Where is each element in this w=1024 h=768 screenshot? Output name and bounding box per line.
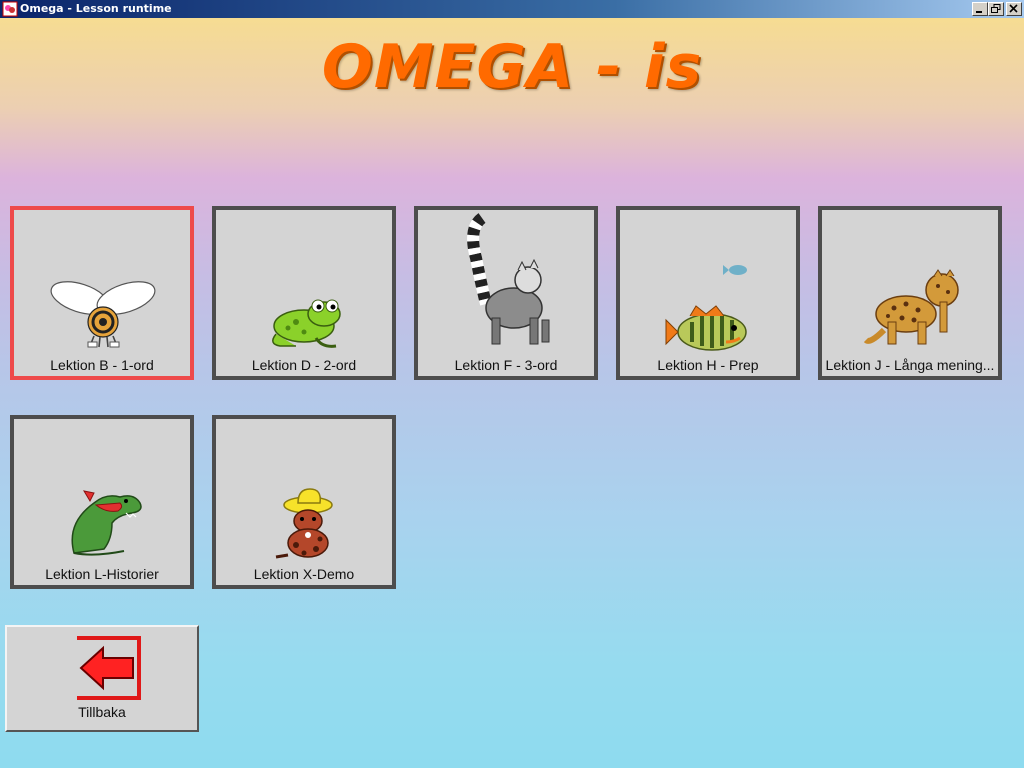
- omega-app-icon: [2, 1, 18, 17]
- arrow-left-icon: [77, 636, 141, 700]
- minimize-button[interactable]: [972, 2, 988, 16]
- title-bar[interactable]: Omega - Lesson runtime: [0, 0, 1024, 18]
- lesson-label: Lektion D - 2-ord: [251, 357, 357, 373]
- dog-cowboy-icon: [275, 488, 333, 559]
- lesson-tile-l[interactable]: Lektion L-Historier: [10, 415, 194, 589]
- lesson-tile-d[interactable]: Lektion D - 2-ord: [212, 206, 396, 380]
- close-button[interactable]: [1006, 2, 1022, 16]
- lesson-label: Lektion X-Demo: [253, 566, 355, 582]
- restore-icon: [991, 4, 1001, 13]
- lesson-tile-x[interactable]: Lektion X-Demo: [212, 415, 396, 589]
- bee-icon: [50, 281, 156, 348]
- lesson-label: Lektion L-Historier: [45, 566, 159, 582]
- lesson-menu: OMEGA - is Lektion B - 1-ord Lektion D -…: [0, 18, 1024, 768]
- restore-button[interactable]: [988, 2, 1004, 16]
- lesson-tile-f[interactable]: Lektion F - 3-ord: [414, 206, 598, 380]
- close-icon: [1009, 4, 1018, 13]
- back-button-label: Tillbaka: [78, 704, 126, 720]
- back-button[interactable]: Tillbaka: [5, 625, 199, 732]
- frog-icon: [272, 299, 341, 348]
- page-title: OMEGA - is: [321, 32, 703, 102]
- fish-icon: [665, 265, 747, 351]
- lesson-label: Lektion J - Långa mening...: [825, 357, 995, 373]
- minimize-icon: [976, 11, 982, 13]
- dinosaur-icon: [71, 490, 142, 556]
- lesson-tile-h[interactable]: Lektion H - Prep: [616, 206, 800, 380]
- lesson-label: Lektion F - 3-ord: [454, 357, 558, 373]
- leopard-icon: [863, 269, 959, 345]
- lesson-tile-j[interactable]: Lektion J - Långa mening...: [818, 206, 1002, 380]
- lemur-icon: [467, 213, 550, 345]
- lesson-label: Lektion B - 1-ord: [50, 357, 154, 373]
- lesson-tile-b[interactable]: Lektion B - 1-ord: [10, 206, 194, 380]
- window-title: Omega - Lesson runtime: [20, 2, 172, 15]
- lesson-label: Lektion H - Prep: [657, 357, 759, 373]
